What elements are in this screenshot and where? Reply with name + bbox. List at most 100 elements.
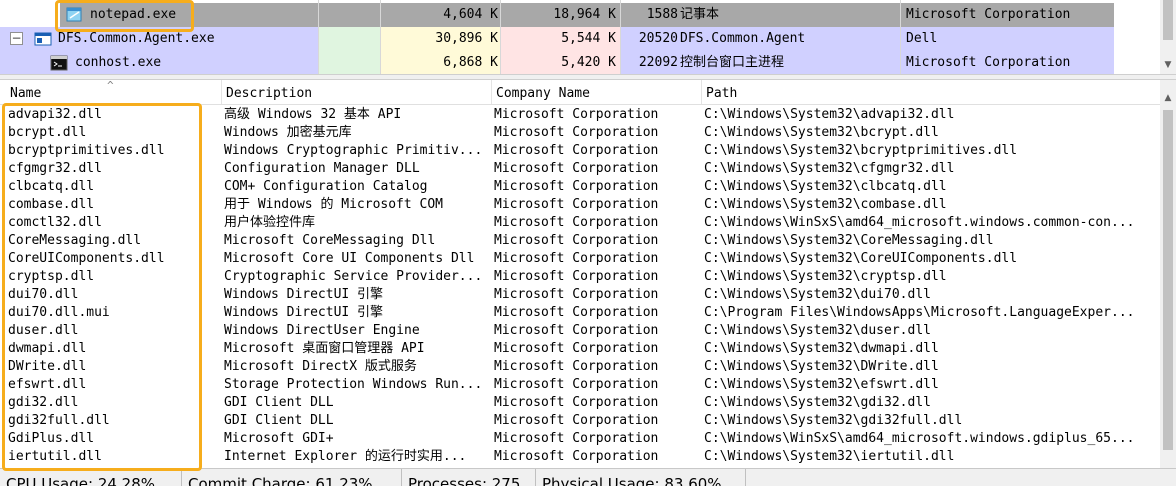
dll-name: duser.dll bbox=[8, 323, 79, 338]
column-header-label: Company Name bbox=[496, 86, 590, 101]
dll-path: C:\Windows\System32\combase.dll bbox=[704, 197, 947, 212]
process-row-notepad[interactable]: notepad.exe 4,604 K 18,964 K 1588 记事本 Mi… bbox=[0, 3, 1160, 27]
dll-description: Windows DirectUI 引擎 bbox=[224, 287, 384, 302]
dll-row[interactable]: GdiPlus.dll Microsoft GDI+ Microsoft Corpo… bbox=[0, 430, 1160, 448]
dll-description: Storage Protection Windows Run... bbox=[224, 377, 483, 392]
dll-path: C:\Windows\System32\dwmapi.dll bbox=[704, 341, 939, 356]
tree-collapse-toggle[interactable]: − bbox=[10, 32, 23, 45]
dll-row[interactable]: gdi32full.dll GDI Client DLL Microsoft Cor… bbox=[0, 412, 1160, 430]
dll-path: C:\Windows\System32\gdi32full.dll bbox=[704, 413, 963, 428]
process-row-conhost[interactable]: conhost.exe 6,868 K 5,420 K 22092 控制台窗口主… bbox=[0, 51, 1160, 74]
dll-description: 用于 Windows 的 Microsoft COM bbox=[224, 197, 444, 212]
dll-company: Microsoft Corporation bbox=[494, 125, 659, 140]
column-divider bbox=[318, 0, 319, 74]
dll-name: bcrypt.dll bbox=[8, 125, 87, 140]
column-header-name[interactable]: ^ Name bbox=[0, 80, 222, 104]
working-set: 5,420 K bbox=[561, 55, 616, 70]
dll-description: Microsoft 桌面窗口管理器 API bbox=[224, 341, 425, 356]
dll-row[interactable]: advapi32.dll 高级 Windows 32 基本 API Microsof… bbox=[0, 106, 1160, 124]
scroll-up-icon[interactable]: ▲ bbox=[1160, 90, 1176, 107]
dll-name: GdiPlus.dll bbox=[8, 431, 95, 446]
column-header-path[interactable]: Path bbox=[702, 80, 1160, 104]
dll-company: Microsoft Corporation bbox=[494, 161, 659, 176]
process-company: Microsoft Corporation bbox=[906, 55, 1071, 70]
dll-row[interactable]: CoreUIComponents.dll Microsoft Core UI Co… bbox=[0, 250, 1160, 268]
dll-path: C:\Windows\System32\bcryptprimitives.dll bbox=[704, 143, 1018, 158]
dll-company: Microsoft Corporation bbox=[494, 143, 659, 158]
dll-name: DWrite.dll bbox=[8, 359, 87, 374]
process-row-dfs[interactable]: − DFS.Common.Agent.exe 30,896 K 5,544 K … bbox=[0, 27, 1160, 51]
column-header-label: Name bbox=[10, 86, 42, 101]
sort-ascending-icon: ^ bbox=[107, 80, 114, 92]
dll-path: C:\Windows\System32\DWrite.dll bbox=[704, 359, 939, 374]
process-description: 控制台窗口主进程 bbox=[680, 55, 785, 70]
dll-description: Microsoft GDI+ bbox=[224, 431, 334, 446]
dll-list-scrollbar[interactable]: ▲ bbox=[1160, 80, 1176, 468]
dll-description: Configuration Manager DLL bbox=[224, 161, 420, 176]
dll-company: Microsoft Corporation bbox=[494, 179, 659, 194]
dll-description: Internet Explorer 的运行时实用... bbox=[224, 449, 467, 464]
dll-row[interactable]: duser.dll Windows DirectUser Engine Micros… bbox=[0, 322, 1160, 340]
dll-row[interactable]: iertutil.dll Internet Explorer 的运行时实用... M… bbox=[0, 448, 1160, 466]
dll-row[interactable]: gdi32.dll GDI Client DLL Microsoft Corpora… bbox=[0, 394, 1160, 412]
dll-name: combase.dll bbox=[8, 197, 95, 212]
dll-name: clbcatq.dll bbox=[8, 179, 95, 194]
dll-company: Microsoft Corporation bbox=[494, 323, 659, 338]
dll-path: C:\Program Files\WindowsApps\Microsoft.L… bbox=[704, 305, 1135, 320]
dll-row[interactable]: clbcatq.dll COM+ Configuration Catalog Mic… bbox=[0, 178, 1160, 196]
scroll-thumb[interactable] bbox=[1163, 110, 1173, 450]
process-list-scrollbar[interactable]: ▼ bbox=[1160, 0, 1176, 74]
dll-name: cryptsp.dll bbox=[8, 269, 95, 284]
dll-description: 用户体验控件库 bbox=[224, 215, 316, 230]
process-name: notepad.exe bbox=[90, 7, 177, 22]
dll-row[interactable]: DWrite.dll Microsoft DirectX 版式服务 Microsof… bbox=[0, 358, 1160, 376]
dll-description: Windows 加密基元库 bbox=[224, 125, 352, 140]
column-divider bbox=[500, 0, 501, 74]
dll-path: C:\Windows\System32\advapi32.dll bbox=[704, 107, 955, 122]
dll-row[interactable]: efswrt.dll Storage Protection Windows Run… bbox=[0, 376, 1160, 394]
private-bytes: 30,896 K bbox=[435, 31, 498, 46]
dll-company: Microsoft Corporation bbox=[494, 305, 659, 320]
dll-description: Microsoft Core UI Components Dll bbox=[224, 251, 475, 266]
dll-row[interactable]: cfgmgr32.dll Configuration Manager DLL Mic… bbox=[0, 160, 1160, 178]
application-window-icon bbox=[34, 31, 52, 47]
dll-row[interactable]: cryptsp.dll Cryptographic Service Provide… bbox=[0, 268, 1160, 286]
dll-row[interactable]: dwmapi.dll Microsoft 桌面窗口管理器 API Microsoft… bbox=[0, 340, 1160, 358]
dll-company: Microsoft Corporation bbox=[494, 413, 659, 428]
dll-row[interactable]: bcrypt.dll Windows 加密基元库 Microsoft Corpora… bbox=[0, 124, 1160, 142]
dll-path: C:\Windows\System32\CoreUIComponents.dll bbox=[704, 251, 1018, 266]
dll-row[interactable]: comctl32.dll 用户体验控件库 Microsoft Corporation… bbox=[0, 214, 1160, 232]
scroll-down-icon[interactable]: ▼ bbox=[1160, 57, 1176, 74]
dll-path: C:\Windows\System32\clbcatq.dll bbox=[704, 179, 947, 194]
column-header-label: Path bbox=[706, 86, 738, 101]
private-bytes: 4,604 K bbox=[443, 7, 498, 22]
dll-company: Microsoft Corporation bbox=[494, 377, 659, 392]
process-name: DFS.Common.Agent.exe bbox=[58, 31, 215, 46]
dll-row[interactable]: bcryptprimitives.dll Windows Cryptographi… bbox=[0, 142, 1160, 160]
dll-path: C:\Windows\System32\efswrt.dll bbox=[704, 377, 939, 392]
dll-name: iertutil.dll bbox=[8, 449, 102, 464]
dll-row[interactable]: combase.dll 用于 Windows 的 Microsoft COM Mic… bbox=[0, 196, 1160, 214]
dll-name: dui70.dll.mui bbox=[8, 305, 110, 320]
dll-company: Microsoft Corporation bbox=[494, 269, 659, 284]
dll-name: bcryptprimitives.dll bbox=[8, 143, 165, 158]
process-pid: 1588 bbox=[646, 7, 678, 22]
dll-company: Microsoft Corporation bbox=[494, 395, 659, 410]
dll-name: dui70.dll bbox=[8, 287, 79, 302]
dll-name: cfgmgr32.dll bbox=[8, 161, 102, 176]
dll-path: C:\Windows\System32\cfgmgr32.dll bbox=[704, 161, 955, 176]
dll-row[interactable]: dui70.dll Windows DirectUI 引擎 Microsoft Co… bbox=[0, 286, 1160, 304]
dll-path: C:\Windows\System32\cryptsp.dll bbox=[704, 269, 947, 284]
dll-name: CoreMessaging.dll bbox=[8, 233, 142, 248]
dll-company: Microsoft Corporation bbox=[494, 341, 659, 356]
dll-description: COM+ Configuration Catalog bbox=[224, 179, 428, 194]
commit-charge: Commit Charge: 61.23% bbox=[182, 469, 402, 486]
scroll-thumb[interactable] bbox=[1163, 0, 1173, 40]
column-header-company[interactable]: Company Name bbox=[492, 80, 702, 104]
dll-name: CoreUIComponents.dll bbox=[8, 251, 165, 266]
column-header-description[interactable]: Description bbox=[222, 80, 492, 104]
dll-name: gdi32.dll bbox=[8, 395, 79, 410]
dll-row[interactable]: CoreMessaging.dll Microsoft CoreMessaging… bbox=[0, 232, 1160, 250]
dll-row[interactable]: dui70.dll.mui Windows DirectUI 引擎 Microsof… bbox=[0, 304, 1160, 322]
status-bar: CPU Usage: 24.28% Commit Charge: 61.23% … bbox=[0, 468, 1176, 486]
